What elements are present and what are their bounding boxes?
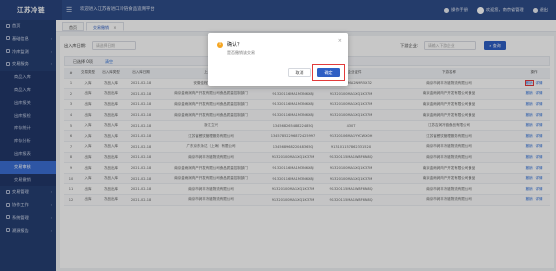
cancel-button[interactable]: 取消: [288, 68, 311, 77]
dialog-message: 是否撤销该交易: [227, 50, 255, 55]
confirm-dialog: ! 确认？ 是否撤销该交易 × 取消 确定: [208, 33, 348, 86]
close-icon[interactable]: ×: [338, 38, 342, 44]
dialog-title: 确认？: [227, 42, 243, 48]
warning-icon: !: [217, 42, 223, 48]
confirm-button[interactable]: 确定: [317, 68, 340, 77]
